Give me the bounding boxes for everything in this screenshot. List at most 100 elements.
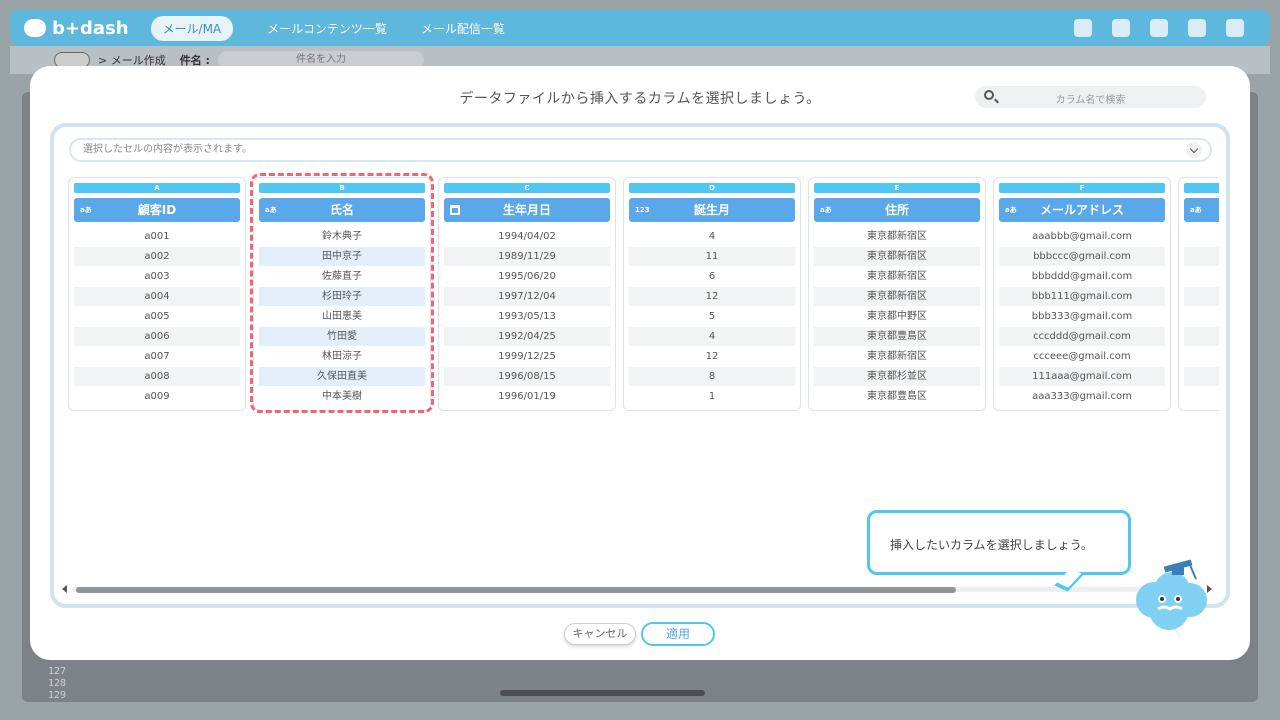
wrench-icon[interactable] xyxy=(1112,19,1130,37)
cell[interactable] xyxy=(1184,367,1219,386)
grid-icon[interactable] xyxy=(1150,19,1168,37)
cell[interactable]: ccceee@gmail.com xyxy=(999,347,1165,366)
line-number: 128 xyxy=(48,678,67,689)
cell[interactable]: 東京都新宿区 xyxy=(814,267,980,286)
columns-panel: 選択したセルの内容が表示されます。 Aaあ 顧客ID a001 a002 a003 a00… xyxy=(50,123,1230,643)
chat-icon[interactable] xyxy=(1188,19,1206,37)
app-header: b+dash メール/MA メールコンテンツ一覧 メール配信一覧 xyxy=(10,10,1270,46)
cell[interactable]: 1995/06/20 xyxy=(444,267,610,286)
line-numbers: 127 128 129 xyxy=(48,666,66,702)
horizontal-scrollbar[interactable] xyxy=(62,583,1212,595)
column-letter: C xyxy=(444,183,610,193)
column-header[interactable]: aあ 住所 xyxy=(814,198,980,222)
mascot-icon xyxy=(1136,559,1207,643)
cell[interactable]: aaabbb@gmail.com xyxy=(999,227,1165,246)
text-type-icon: aあ xyxy=(80,206,92,214)
nav-mail-delivery[interactable]: メール配信一覧 xyxy=(421,20,505,37)
cell[interactable]: 1 xyxy=(629,387,795,406)
cell[interactable]: 東京都新宿区 xyxy=(814,347,980,366)
hint-tooltip: 挿入したいカラムを選択しましょう。 xyxy=(867,510,1131,592)
cell[interactable]: a001 xyxy=(74,227,240,246)
cell[interactable]: 4 xyxy=(629,227,795,246)
cell[interactable]: a006 xyxy=(74,327,240,346)
cell[interactable]: a002 xyxy=(74,247,240,266)
column-letter: A xyxy=(74,183,240,193)
cell[interactable]: bbbccc@gmail.com xyxy=(999,247,1165,266)
cell[interactable]: 12 xyxy=(629,347,795,366)
cell[interactable]: 東京都中野区 xyxy=(814,307,980,326)
chevron-down-icon[interactable] xyxy=(1186,142,1202,158)
column-header[interactable]: 123 誕生月 xyxy=(629,198,795,222)
cell[interactable]: 1999/12/25 xyxy=(444,347,610,366)
scroll-left-arrow-icon[interactable] xyxy=(62,585,67,593)
column-letter: F xyxy=(999,183,1165,193)
cell[interactable]: aaa333@gmail.com xyxy=(999,387,1165,406)
column-header[interactable]: aあ 顧客ID xyxy=(74,198,240,222)
column-card-next[interactable]: aあ xyxy=(1178,177,1219,411)
cell[interactable]: 12 xyxy=(629,287,795,306)
column-header-label: 住所 xyxy=(884,203,909,217)
nav-mail-contents[interactable]: メールコンテンツ一覧 xyxy=(267,20,387,37)
cell[interactable] xyxy=(1184,227,1219,246)
cell[interactable]: 4 xyxy=(629,327,795,346)
cell[interactable]: bbb333@gmail.com xyxy=(999,307,1165,326)
column-header[interactable]: 生年月日 xyxy=(444,198,610,222)
cell[interactable] xyxy=(1184,247,1219,266)
cell[interactable]: 東京都杉並区 xyxy=(814,367,980,386)
column-search-input[interactable]: カラム名で検索 xyxy=(975,86,1206,108)
cell[interactable]: 東京都新宿区 xyxy=(814,247,980,266)
cell[interactable]: 1997/12/04 xyxy=(444,287,610,306)
brand-bubble-icon xyxy=(24,19,46,37)
cell[interactable]: 5 xyxy=(629,307,795,326)
column-card-c[interactable]: C 生年月日 1994/04/02 1989/11/29 1995/06/20 1997/… xyxy=(438,177,616,411)
column-header[interactable]: aあ xyxy=(1184,198,1219,222)
cell[interactable]: 111aaa@gmail.com xyxy=(999,367,1165,386)
cell[interactable]: a005 xyxy=(74,307,240,326)
editor-scrollbar[interactable] xyxy=(500,690,705,696)
apply-button[interactable]: 適用 xyxy=(641,622,715,646)
cell[interactable]: a008 xyxy=(74,367,240,386)
brand-logo[interactable]: b+dash xyxy=(24,18,129,39)
cell[interactable]: 6 xyxy=(629,267,795,286)
cell[interactable]: 東京都新宿区 xyxy=(814,227,980,246)
cell[interactable]: 東京都新宿区 xyxy=(814,287,980,306)
cell[interactable]: 1992/04/25 xyxy=(444,327,610,346)
cell[interactable] xyxy=(1184,327,1219,346)
cell[interactable]: 1996/08/15 xyxy=(444,367,610,386)
cell[interactable]: bbbddd@gmail.com xyxy=(999,267,1165,286)
cell[interactable]: cccddd@gmail.com xyxy=(999,327,1165,346)
cell[interactable]: 東京都豊島区 xyxy=(814,327,980,346)
cell[interactable]: 1994/04/02 xyxy=(444,227,610,246)
scroll-thumb[interactable] xyxy=(76,587,956,593)
bell-icon[interactable] xyxy=(1074,19,1092,37)
cell[interactable]: bbb111@gmail.com xyxy=(999,287,1165,306)
text-type-icon: aあ xyxy=(820,206,832,214)
cell[interactable]: 1993/05/13 xyxy=(444,307,610,326)
cell[interactable] xyxy=(1184,347,1219,366)
column-header[interactable]: aあ メールアドレス xyxy=(999,198,1165,222)
cell[interactable] xyxy=(1184,387,1219,406)
cell[interactable]: 11 xyxy=(629,247,795,266)
cell[interactable]: a009 xyxy=(74,387,240,406)
column-card-a[interactable]: Aaあ 顧客ID a001 a002 a003 a004 a005 a006 a007 a008 a… xyxy=(68,177,246,411)
logout-icon[interactable] xyxy=(1226,19,1244,37)
cell[interactable]: a007 xyxy=(74,347,240,366)
cell[interactable]: 1989/11/29 xyxy=(444,247,610,266)
cell[interactable] xyxy=(1184,267,1219,286)
cancel-button[interactable]: キャンセル xyxy=(564,623,636,645)
cell-preview-field[interactable]: 選択したセルの内容が表示されます。 xyxy=(69,138,1212,162)
cell[interactable]: a003 xyxy=(74,267,240,286)
column-card-d[interactable]: D 123 誕生月 4 11 6 12 5 4 12 8 1 xyxy=(623,177,801,411)
column-card-f[interactable]: Faあ メールアドレス aaabbb@gmail.com bbbccc@gmail.c… xyxy=(993,177,1171,411)
cell[interactable]: 1996/01/19 xyxy=(444,387,610,406)
line-number: 129 xyxy=(48,690,67,701)
cell[interactable]: 8 xyxy=(629,367,795,386)
cell[interactable]: 東京都豊島区 xyxy=(814,387,980,406)
selected-column-frame xyxy=(250,173,434,413)
module-pill[interactable]: メール/MA xyxy=(150,15,234,41)
cell[interactable] xyxy=(1184,307,1219,326)
column-card-e[interactable]: Eaあ 住所 東京都新宿区 東京都新宿区 東京都新宿区 東京都新宿区 東京都中野区 東京都豊島… xyxy=(808,177,986,411)
cell[interactable]: a004 xyxy=(74,287,240,306)
cell[interactable] xyxy=(1184,287,1219,306)
column-header-label: 生年月日 xyxy=(502,203,551,217)
